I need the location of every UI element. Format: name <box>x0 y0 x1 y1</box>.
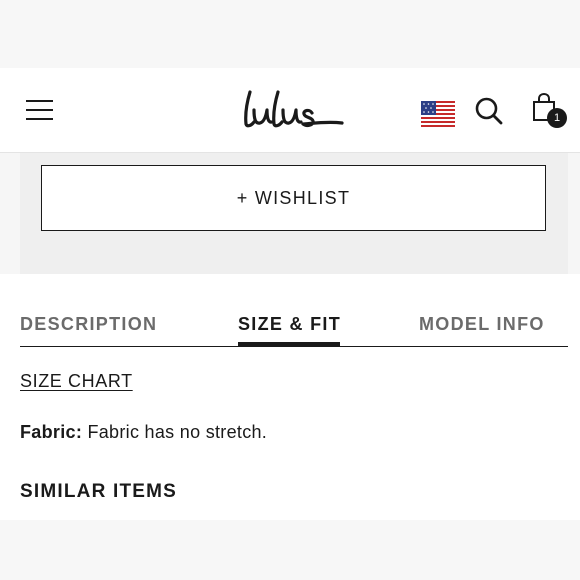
cart-count-badge: 1 <box>547 108 567 128</box>
active-tab-indicator <box>238 342 340 347</box>
similar-items-heading: SIMILAR ITEMS <box>20 481 178 502</box>
wishlist-button[interactable]: + WISHLIST <box>41 165 546 231</box>
lulus-logo[interactable] <box>238 86 348 134</box>
hamburger-menu-icon[interactable] <box>26 98 54 122</box>
fabric-info: Fabric: Fabric has no stretch. <box>20 422 267 443</box>
tab-model-info[interactable]: MODEL INFO <box>419 314 545 335</box>
fabric-label: Fabric: <box>20 422 83 442</box>
size-chart-link[interactable]: SIZE CHART <box>20 371 133 392</box>
tab-size-and-fit[interactable]: SIZE & FIT <box>238 314 341 335</box>
site-header: 1 <box>0 68 580 153</box>
tab-description[interactable]: DESCRIPTION <box>20 314 157 335</box>
details-tabs: DESCRIPTION SIZE & FIT MODEL INFO <box>20 310 568 347</box>
top-blank-area <box>0 0 580 68</box>
product-actions-panel: + WISHLIST <box>20 153 568 274</box>
search-icon[interactable] <box>474 96 504 126</box>
fabric-value: Fabric has no stretch. <box>87 422 268 442</box>
shopping-bag-button[interactable]: 1 <box>530 92 570 132</box>
bottom-blank-area <box>0 520 580 580</box>
us-flag-icon[interactable] <box>421 101 455 127</box>
product-details: DESCRIPTION SIZE & FIT MODEL INFO SIZE C… <box>0 274 580 520</box>
